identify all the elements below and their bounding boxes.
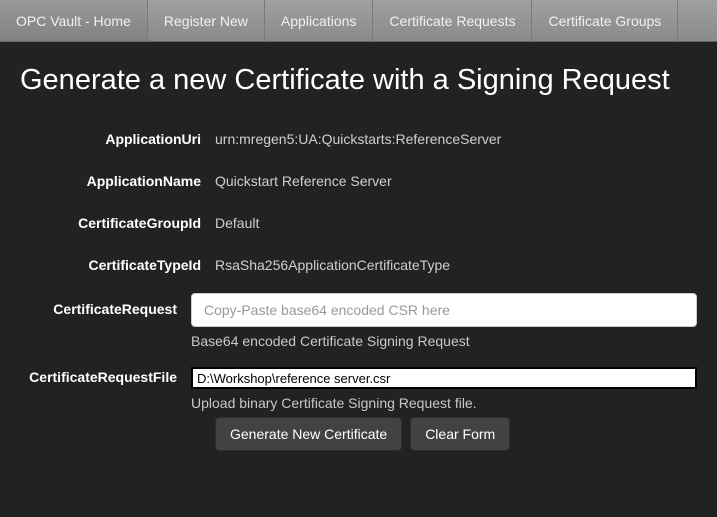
label-certificate-group-id: CertificateGroupId <box>20 209 215 231</box>
nav-item-certificate-requests[interactable]: Certificate Requests <box>373 0 532 41</box>
value-application-name: Quickstart Reference Server <box>215 167 697 189</box>
clear-button[interactable]: Clear Form <box>410 417 510 451</box>
page-title: Generate a new Certificate with a Signin… <box>20 64 697 97</box>
nav-label: Certificate Groups <box>548 13 661 29</box>
row-application-name: ApplicationName Quickstart Reference Ser… <box>20 167 697 189</box>
nav-label: Register New <box>164 13 248 29</box>
label-certificate-request-file: CertificateRequestFile <box>20 367 191 385</box>
row-certificate-type-id: CertificateTypeId RsaSha256ApplicationCe… <box>20 251 697 273</box>
label-application-name: ApplicationName <box>20 167 215 189</box>
generate-button[interactable]: Generate New Certificate <box>215 417 402 451</box>
label-certificate-request: CertificateRequest <box>20 293 191 317</box>
label-certificate-type-id: CertificateTypeId <box>20 251 215 273</box>
value-certificate-type-id: RsaSha256ApplicationCertificateType <box>215 251 697 273</box>
help-certificate-request: Base64 encoded Certificate Signing Reque… <box>191 333 697 349</box>
nav-label: OPC Vault - Home <box>16 13 131 29</box>
row-certificate-group-id: CertificateGroupId Default <box>20 209 697 231</box>
help-certificate-request-file: Upload binary Certificate Signing Reques… <box>191 395 697 411</box>
label-application-uri: ApplicationUri <box>20 125 215 147</box>
nav-label: Applications <box>281 13 357 29</box>
content: Generate a new Certificate with a Signin… <box>0 42 717 473</box>
row-application-uri: ApplicationUri urn:mregen5:UA:Quickstart… <box>20 125 697 147</box>
certificate-request-input[interactable] <box>191 293 697 327</box>
button-row: Generate New Certificate Clear Form <box>215 417 697 451</box>
value-certificate-group-id: Default <box>215 209 697 231</box>
certificate-request-file-input[interactable] <box>191 367 697 389</box>
row-certificate-request: CertificateRequest Base64 encoded Certif… <box>20 293 697 349</box>
nav-item-home[interactable]: OPC Vault - Home <box>0 0 148 41</box>
nav-item-applications[interactable]: Applications <box>265 0 374 41</box>
nav-item-register-new[interactable]: Register New <box>148 0 265 41</box>
value-application-uri: urn:mregen5:UA:Quickstarts:ReferenceServ… <box>215 125 697 147</box>
nav-label: Certificate Requests <box>389 13 515 29</box>
navbar: OPC Vault - Home Register New Applicatio… <box>0 0 717 42</box>
row-certificate-request-file: CertificateRequestFile Upload binary Cer… <box>20 367 697 411</box>
nav-item-certificate-groups[interactable]: Certificate Groups <box>532 0 678 41</box>
